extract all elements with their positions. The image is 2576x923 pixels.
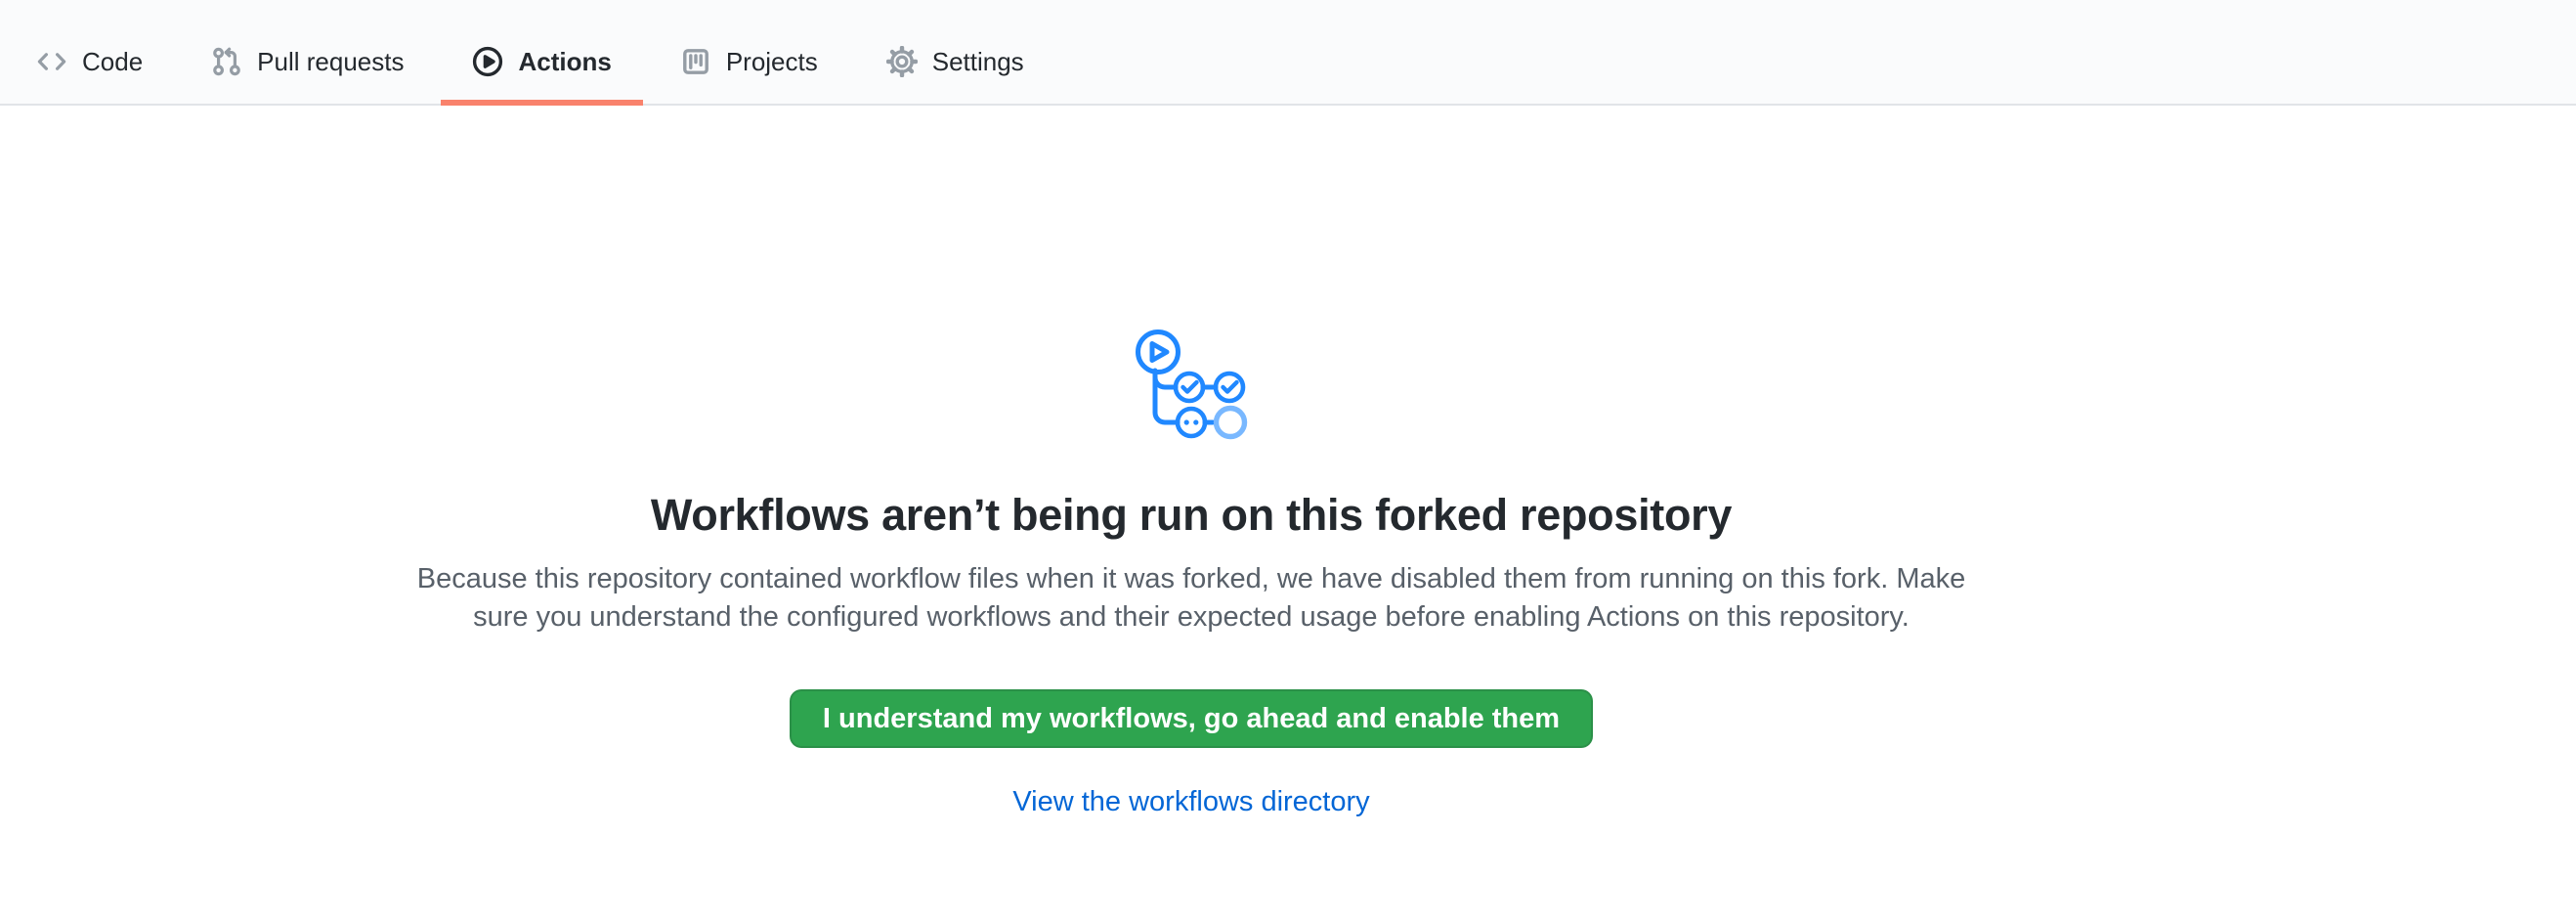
view-workflows-directory-link[interactable]: View the workflows directory [1012, 785, 1369, 819]
project-icon [680, 46, 711, 77]
blankslate-heading: Workflows aren’t being run on this forke… [651, 490, 1732, 541]
tab-settings[interactable]: Settings [855, 20, 1055, 104]
tab-pull-requests-label: Pull requests [257, 49, 404, 74]
play-icon [472, 46, 503, 77]
tab-projects[interactable]: Projects [649, 20, 849, 104]
tab-actions[interactable]: Actions [441, 20, 642, 104]
blankslate-description: Because this repository contained workfl… [390, 560, 1993, 637]
actions-blankslate: Workflows aren’t being run on this forke… [0, 106, 2383, 819]
git-pull-request-icon [211, 46, 242, 77]
enable-workflows-button[interactable]: I understand my workflows, go ahead and … [790, 689, 1593, 748]
tab-pull-requests[interactable]: Pull requests [180, 20, 435, 104]
gear-icon [886, 46, 918, 77]
tab-code[interactable]: Code [5, 20, 174, 104]
tab-actions-label: Actions [518, 49, 611, 74]
repo-tab-nav: Code Pull requests Actions [0, 0, 2576, 106]
code-icon [36, 46, 67, 77]
tab-settings-label: Settings [932, 49, 1024, 74]
tab-projects-label: Projects [726, 49, 818, 74]
workflow-graph-icon [1133, 329, 1250, 447]
tab-code-label: Code [82, 49, 143, 74]
